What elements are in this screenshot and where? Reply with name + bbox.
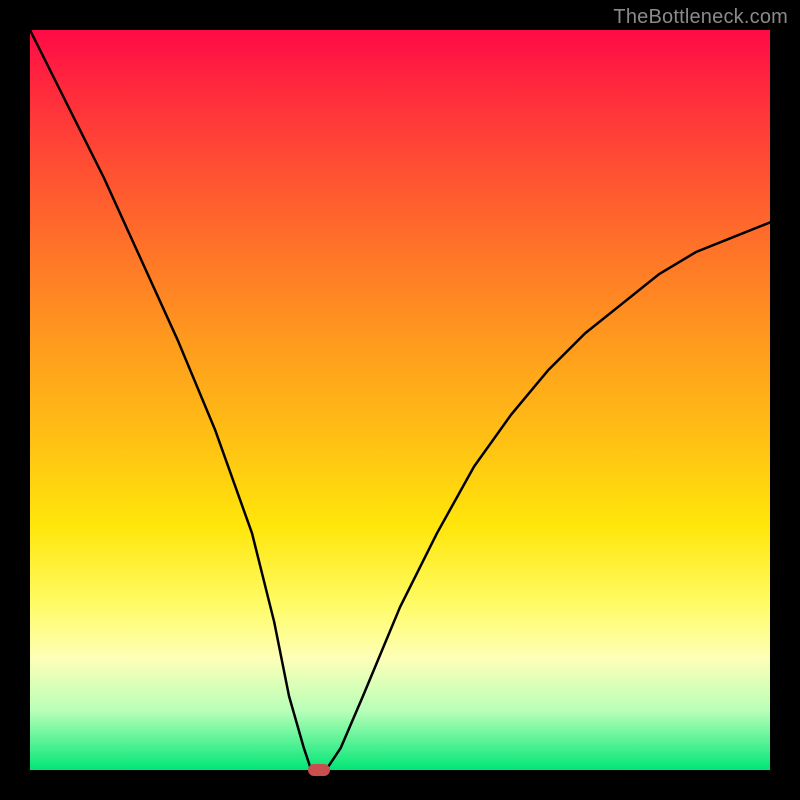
chart-frame: TheBottleneck.com bbox=[0, 0, 800, 800]
plot-area bbox=[30, 30, 770, 770]
optimal-marker bbox=[308, 764, 330, 776]
bottleneck-curve bbox=[30, 30, 770, 770]
watermark-text: TheBottleneck.com bbox=[613, 6, 788, 29]
